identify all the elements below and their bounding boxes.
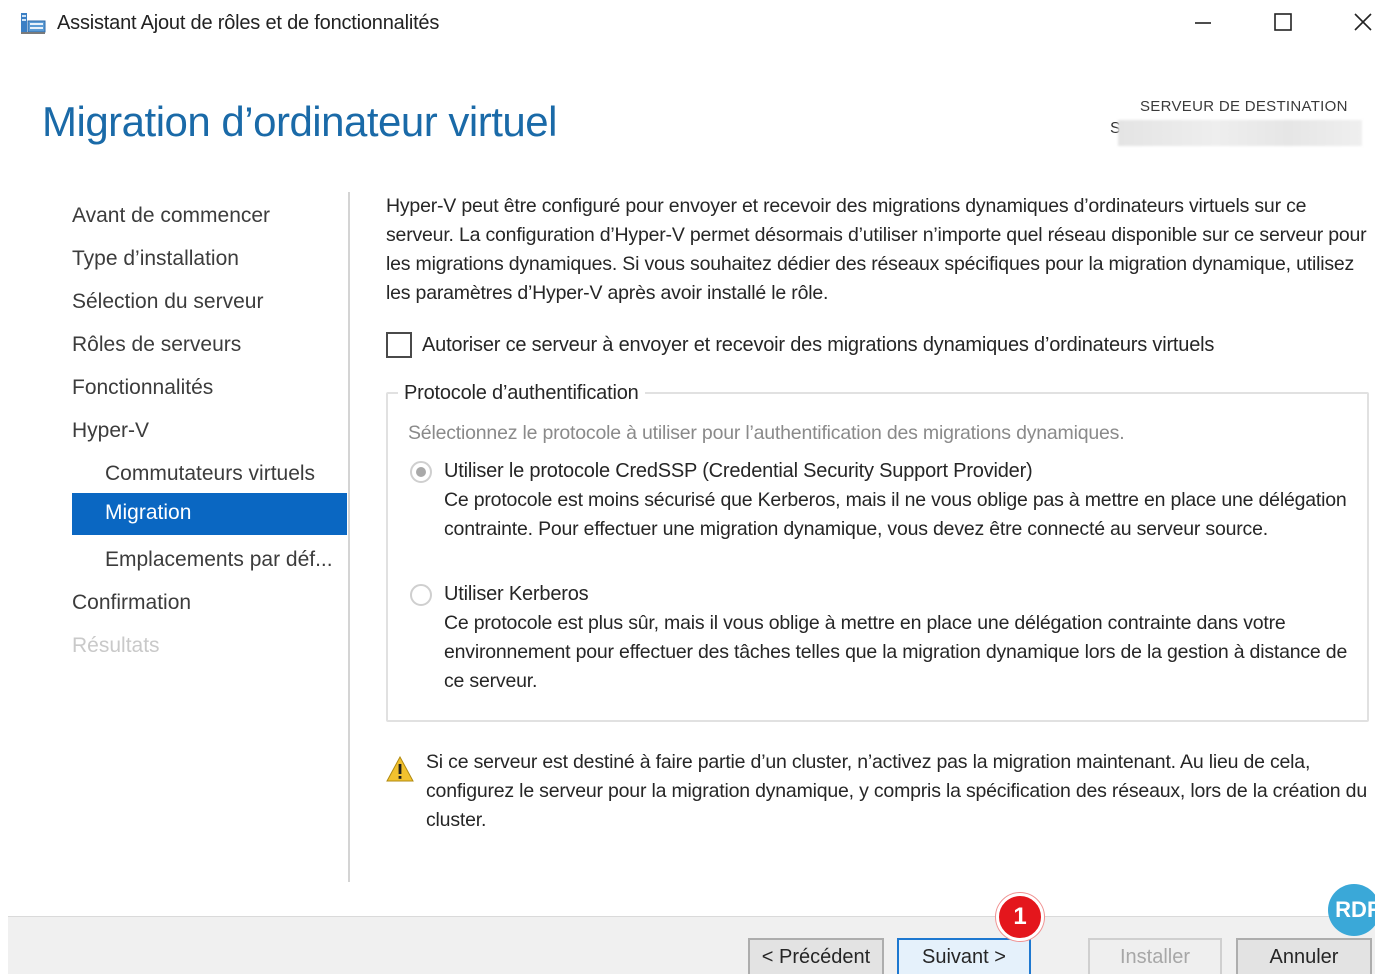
- nav-item-hyper-v[interactable]: Hyper-V: [72, 411, 347, 453]
- credssp-description: Ce protocole est moins sécurisé que Kerb…: [444, 489, 1347, 540]
- window-title: Assistant Ajout de rôles et de fonctionn…: [57, 12, 440, 34]
- kerberos-radio[interactable]: [410, 584, 432, 606]
- warning-icon: [386, 755, 414, 782]
- nav-item-server-selection[interactable]: Sélection du serveur: [72, 282, 347, 324]
- close-icon: [1352, 11, 1374, 38]
- minimize-icon: [1193, 12, 1213, 37]
- rdr-logo-text: RDR: [1328, 884, 1375, 936]
- step-number-badge: 1: [996, 893, 1044, 941]
- maximize-icon: [1273, 12, 1293, 37]
- credssp-radio[interactable]: [410, 461, 432, 483]
- nav-item-virtual-switches[interactable]: Commutateurs virtuels: [72, 454, 347, 496]
- page-title: Migration d’ordinateur virtuel: [42, 98, 557, 145]
- redacted-server-name: [1118, 120, 1362, 146]
- allow-live-migration-label: Autoriser ce serveur à envoyer et recevo…: [422, 333, 1215, 356]
- allow-live-migration-option[interactable]: Autoriser ce serveur à envoyer et recevo…: [386, 332, 1214, 358]
- kerberos-option[interactable]: Utiliser Kerberos Ce protocole est plus …: [410, 580, 1364, 696]
- nav-item-before-you-begin[interactable]: Avant de commencer: [72, 196, 347, 238]
- nav-item-server-roles[interactable]: Rôles de serveurs: [72, 325, 347, 367]
- auth-protocol-group: Protocole d’authentification Sélectionne…: [386, 382, 1369, 722]
- kerberos-description: Ce protocole est plus sûr, mais il vous …: [444, 612, 1348, 692]
- cluster-warning: Si ce serveur est destiné à faire partie…: [386, 748, 1371, 835]
- install-button: Installer: [1088, 938, 1222, 974]
- nav-item-installation-type[interactable]: Type d’installation: [72, 239, 347, 281]
- destination-server-value: S: [1110, 120, 1362, 146]
- nav-item-default-stores[interactable]: Emplacements par déf...: [72, 540, 347, 582]
- nav-item-confirmation[interactable]: Confirmation: [72, 583, 347, 625]
- cluster-warning-text: Si ce serveur est destiné à faire partie…: [426, 751, 1367, 831]
- rdr-logo: RDR: [1328, 884, 1375, 936]
- server-manager-icon: [20, 11, 46, 35]
- nav-item-results: Résultats: [72, 634, 160, 657]
- title-bar: Assistant Ajout de rôles et de fonctionn…: [0, 0, 1375, 50]
- auth-protocol-legend: Protocole d’authentification: [398, 382, 645, 405]
- credssp-title: Utiliser le protocole CredSSP (Credentia…: [444, 460, 1033, 482]
- auth-protocol-hint: Sélectionnez le protocole à utiliser pou…: [408, 422, 1125, 444]
- cancel-button[interactable]: Annuler: [1236, 938, 1372, 974]
- destination-server-label: SERVEUR DE DESTINATION: [1140, 98, 1348, 115]
- previous-button[interactable]: < Précédent: [748, 938, 884, 974]
- nav-item-features[interactable]: Fonctionnalités: [72, 368, 347, 410]
- kerberos-option-text: Utiliser Kerberos Ce protocole est plus …: [444, 580, 1364, 696]
- credssp-option-text: Utiliser le protocole CredSSP (Credentia…: [444, 457, 1364, 544]
- next-button[interactable]: Suivant >: [897, 938, 1031, 974]
- nav-item-migration[interactable]: Migration: [72, 493, 347, 535]
- nav-divider: [348, 192, 350, 882]
- allow-live-migration-checkbox[interactable]: [386, 332, 412, 358]
- minimize-button[interactable]: [1180, 4, 1226, 44]
- kerberos-title: Utiliser Kerberos: [444, 583, 589, 605]
- close-button[interactable]: [1340, 4, 1375, 44]
- intro-text: Hyper-V peut être configuré pour envoyer…: [386, 195, 1367, 304]
- credssp-option[interactable]: Utiliser le protocole CredSSP (Credentia…: [410, 457, 1364, 544]
- maximize-button[interactable]: [1260, 4, 1306, 44]
